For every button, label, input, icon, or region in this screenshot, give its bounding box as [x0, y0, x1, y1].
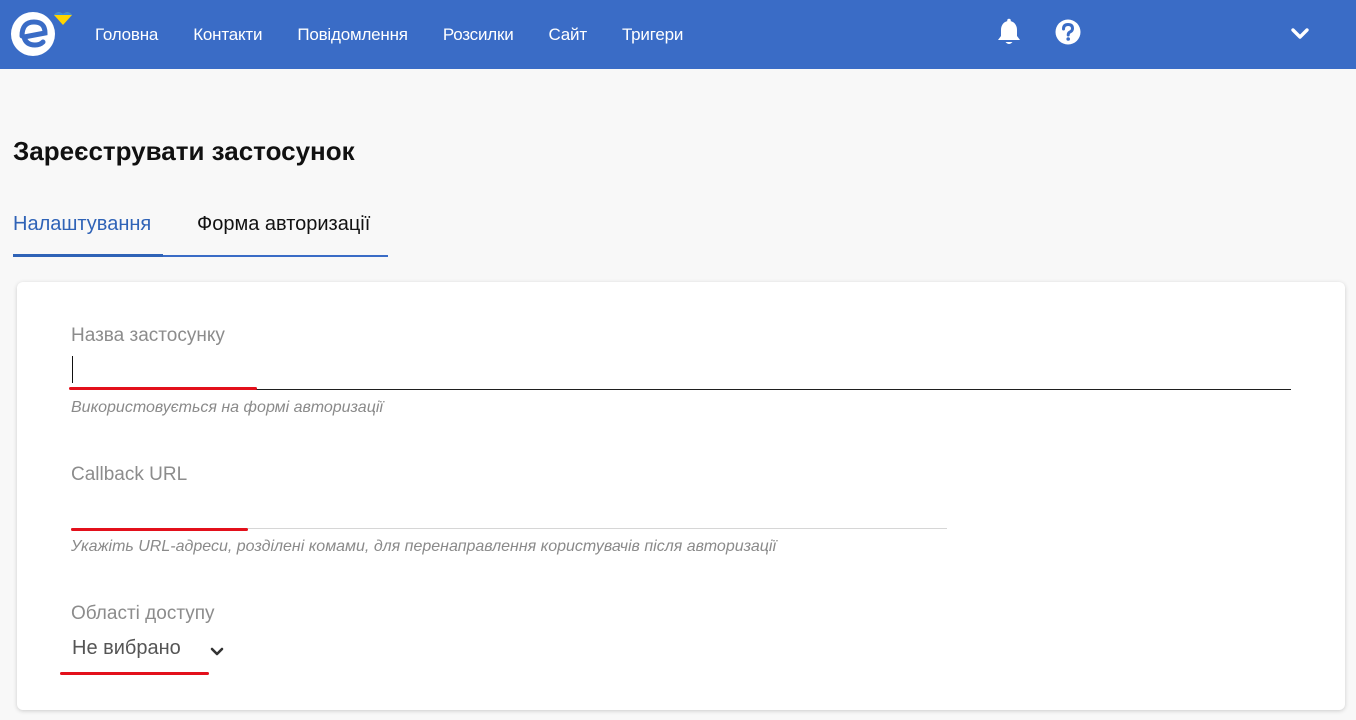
red-annotation-mark [71, 528, 248, 531]
nav-item-campaigns[interactable]: Розсилки [443, 25, 514, 45]
scopes-selected-value: Не вибрано [72, 637, 181, 659]
top-navbar: Головна Контакти Повідомлення Розсилки С… [0, 0, 1356, 69]
app-name-label: Назва застосунку [71, 325, 225, 346]
red-annotation-mark [60, 672, 209, 675]
help-icon[interactable] [1054, 18, 1082, 46]
app-name-hint: Використовується на формі авторизації [71, 399, 383, 416]
callback-url-input[interactable] [71, 494, 947, 528]
logo-icon[interactable] [10, 9, 78, 59]
nav-item-home[interactable]: Головна [95, 25, 158, 45]
nav-item-messages[interactable]: Повідомлення [297, 25, 408, 45]
tab-settings[interactable]: Налаштування [13, 213, 151, 236]
settings-card: Назва застосунку Використовується на фор… [17, 282, 1345, 710]
app-name-input[interactable] [71, 354, 1291, 388]
tab-bar: Налаштування Форма авторизації [13, 210, 388, 257]
scopes-label: Області доступу [71, 603, 215, 624]
chevron-down-icon [210, 647, 224, 656]
active-tab-indicator [13, 254, 163, 257]
callback-url-hint: Укажіть URL-адреси, розділені комами, дл… [71, 538, 777, 555]
tab-auth-form[interactable]: Форма авторизації [197, 213, 370, 236]
chevron-down-icon[interactable] [1290, 25, 1310, 43]
nav-item-triggers[interactable]: Тригери [622, 25, 683, 45]
scopes-select[interactable]: Не вибрано [71, 634, 231, 668]
text-cursor [72, 356, 73, 383]
nav-item-site[interactable]: Сайт [549, 25, 588, 45]
page-title: Зареєструвати застосунок [13, 136, 355, 166]
main-nav: Головна Контакти Повідомлення Розсилки С… [95, 0, 718, 69]
bell-icon[interactable] [996, 18, 1022, 46]
callback-url-label: Callback URL [71, 464, 188, 485]
red-annotation-mark [69, 387, 257, 390]
nav-item-contacts[interactable]: Контакти [193, 25, 262, 45]
